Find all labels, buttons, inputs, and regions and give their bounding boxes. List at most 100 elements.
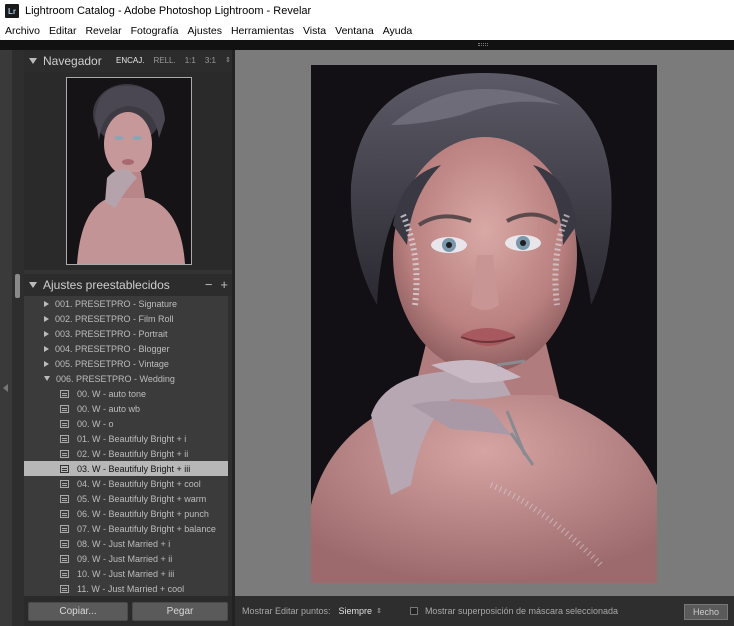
done-button[interactable]: Hecho (684, 604, 728, 620)
navigator-thumbnail[interactable] (66, 77, 192, 265)
navigator-title: Navegador (43, 54, 102, 68)
presets-actions: − + (197, 277, 228, 292)
menu-item-editar[interactable]: Editar (49, 25, 76, 37)
mask-overlay-label[interactable]: Mostrar superposición de máscara selecci… (425, 606, 618, 616)
preset-label: 10. W - Just Married + iii (77, 568, 175, 579)
preset-icon (60, 494, 69, 503)
zoom-option[interactable]: 3:1 (205, 56, 216, 65)
preset-label: 004. PRESETPRO - Blogger (55, 343, 170, 354)
portrait-thumbnail-image (67, 78, 191, 264)
preset-item[interactable]: 00. W - o (24, 416, 232, 431)
preset-folder[interactable]: 001. PRESETPRO - Signature (24, 296, 232, 311)
expand-triangle-icon (44, 300, 49, 307)
preset-label: 09. W - Just Married + ii (77, 553, 173, 564)
main-image-area[interactable] (235, 50, 734, 596)
menu-item-herramientas[interactable]: Herramientas (231, 25, 294, 37)
preset-icon (60, 524, 69, 533)
collapse-triangle-icon (44, 376, 50, 381)
preset-label: 006. PRESETPRO - Wedding (56, 373, 175, 384)
preset-folder[interactable]: 002. PRESETPRO - Film Roll (24, 311, 232, 326)
menu-item-archivo[interactable]: Archivo (5, 25, 40, 37)
menu-item-revelar[interactable]: Revelar (85, 25, 121, 37)
preset-item[interactable]: 07. W - Beautifuly Bright + balance (24, 521, 232, 536)
preset-folder[interactable]: 005. PRESETPRO - Vintage (24, 356, 232, 371)
preset-item[interactable]: 09. W - Just Married + ii (24, 551, 232, 566)
preset-icon (60, 449, 69, 458)
menu-item-vista[interactable]: Vista (303, 25, 326, 37)
preset-item[interactable]: 08. W - Just Married + i (24, 536, 232, 551)
window-title: Lightroom Catalog - Adobe Photoshop Ligh… (25, 5, 312, 17)
preset-item[interactable]: 11. W - Just Married + cool (24, 581, 232, 596)
preset-icon (60, 539, 69, 548)
preset-label: 001. PRESETPRO - Signature (55, 298, 178, 309)
preset-icon (60, 569, 69, 578)
preset-icon (60, 389, 69, 398)
zoom-option[interactable]: 1:1 (185, 56, 196, 65)
preset-icon (60, 434, 69, 443)
preset-label: 05. W - Beautifuly Bright + warm (77, 493, 207, 504)
remove-preset-button[interactable]: − (205, 277, 213, 292)
preset-item[interactable]: 05. W - Beautifuly Bright + warm (24, 491, 232, 506)
copy-button[interactable]: Copiar... (28, 602, 128, 621)
show-edit-points-select[interactable]: Siempre (339, 606, 373, 616)
preset-label: 02. W - Beautifuly Bright + ii (77, 448, 189, 459)
preset-icon (60, 584, 69, 593)
add-preset-button[interactable]: + (220, 277, 228, 292)
portrait-image (311, 65, 657, 583)
lightroom-app-icon: Lr (5, 4, 19, 18)
top-panel-toggle-grip[interactable] (478, 43, 488, 46)
preset-icon (60, 419, 69, 428)
mask-overlay-checkbox[interactable] (409, 607, 418, 615)
collapse-triangle-icon[interactable] (29, 58, 37, 64)
preset-label: 00. W - auto wb (77, 403, 141, 414)
left-panel-scrollbar[interactable] (12, 50, 24, 626)
preset-item[interactable]: 00. W - auto tone (24, 386, 232, 401)
navigator-zoom-options: ENCAJ. RELL. 1:1 3:1 ⇕ (116, 56, 240, 65)
left-panel-bottom-bar: Copiar... Pegar (24, 596, 232, 626)
preset-label: 005. PRESETPRO - Vintage (55, 358, 169, 369)
left-panel: Navegador ENCAJ. RELL. 1:1 3:1 ⇕ Ajustes pre… (24, 50, 232, 626)
preset-icon (60, 509, 69, 518)
menu-item-fotografía[interactable]: Fotografía (131, 25, 179, 37)
left-panel-edge[interactable] (0, 50, 12, 626)
navigator-header[interactable]: Navegador ENCAJ. RELL. 1:1 3:1 ⇕ (24, 50, 232, 72)
zoom-option[interactable]: RELL. (153, 56, 175, 65)
expand-triangle-icon (44, 330, 49, 337)
left-panel-scroll-thumb[interactable] (15, 274, 20, 298)
preset-label: 00. W - o (77, 418, 114, 429)
select-arrows-icon[interactable]: ⇕ (376, 607, 382, 615)
preset-folder[interactable]: 006. PRESETPRO - Wedding (24, 371, 232, 386)
navigator-preview[interactable] (24, 72, 232, 270)
menu-item-ventana[interactable]: Ventana (335, 25, 374, 37)
preset-icon (60, 479, 69, 488)
zoom-option[interactable]: ENCAJ. (116, 56, 144, 65)
preset-label: 002. PRESETPRO - Film Roll (55, 313, 174, 324)
top-panel-strip (0, 40, 734, 50)
portrait-photo[interactable] (311, 65, 657, 583)
menu-item-ajustes[interactable]: Ajustes (188, 25, 222, 37)
presets-header[interactable]: Ajustes preestablecidos − + (24, 274, 232, 296)
presets-title: Ajustes preestablecidos (43, 278, 170, 292)
preset-item[interactable]: 10. W - Just Married + iii (24, 566, 232, 581)
show-edit-points-label: Mostrar Editar puntos: (242, 606, 331, 616)
collapse-left-panel-icon[interactable] (3, 384, 8, 392)
paste-button[interactable]: Pegar (132, 602, 228, 621)
preset-folder[interactable]: 003. PRESETPRO - Portrait (24, 326, 232, 341)
preset-item[interactable]: 00. W - auto wb (24, 401, 232, 416)
presets-list: 001. PRESETPRO - Signature 002. PRESETPRO… (24, 296, 232, 596)
preset-item[interactable]: 02. W - Beautifuly Bright + ii (24, 446, 232, 461)
menu-item-ayuda[interactable]: Ayuda (383, 25, 413, 37)
preset-label: 03. W - Beautifuly Bright + iii (77, 463, 191, 474)
preset-label: 00. W - auto tone (77, 388, 147, 399)
preset-item[interactable]: 01. W - Beautifuly Bright + i (24, 431, 232, 446)
collapse-triangle-icon[interactable] (29, 282, 37, 288)
zoom-stepper-icon[interactable]: ⇕ (225, 56, 231, 65)
expand-triangle-icon (44, 345, 49, 352)
preset-label: 06. W - Beautifuly Bright + punch (77, 508, 209, 519)
preset-folder[interactable]: 004. PRESETPRO - Blogger (24, 341, 232, 356)
preset-item[interactable]: 04. W - Beautifuly Bright + cool (24, 476, 232, 491)
preset-label: 01. W - Beautifuly Bright + i (77, 433, 187, 444)
window-titlebar: Lr Lightroom Catalog - Adobe Photoshop L… (0, 0, 734, 22)
preset-item[interactable]: 03. W - Beautifuly Bright + iii (24, 461, 232, 476)
preset-item[interactable]: 06. W - Beautifuly Bright + punch (24, 506, 232, 521)
